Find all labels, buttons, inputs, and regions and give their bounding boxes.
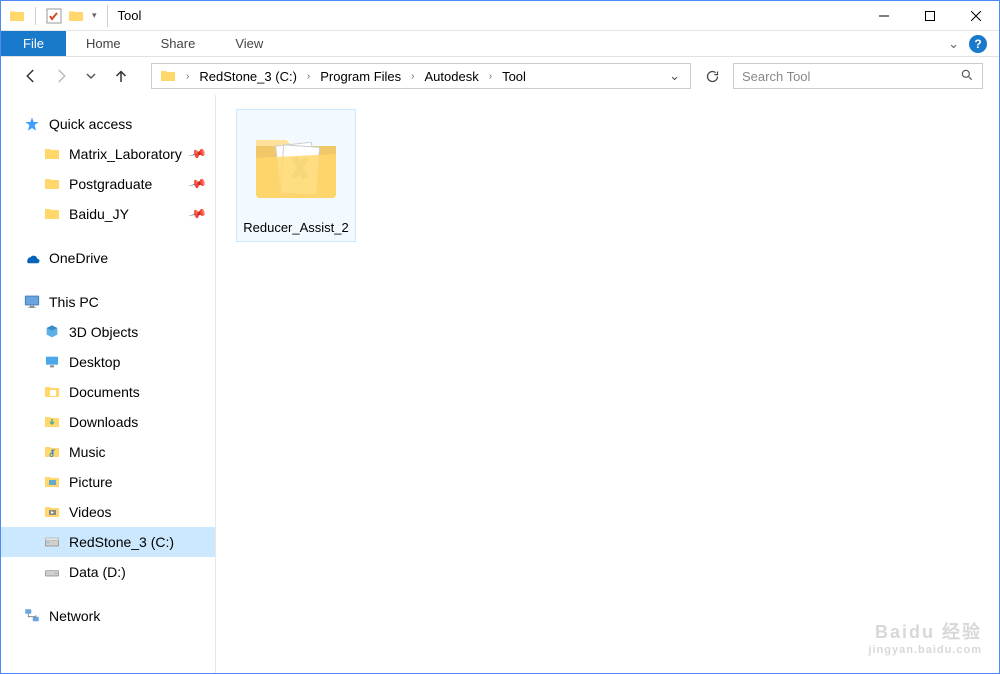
nav-network[interactable]: Network	[1, 601, 215, 631]
nav-label: Videos	[69, 504, 215, 520]
address-bar-row: › RedStone_3 (C:) › Program Files › Auto…	[1, 57, 999, 95]
breadcrumb-segment[interactable]: Tool	[496, 64, 532, 88]
nav-label: Postgraduate	[69, 176, 182, 192]
drive-icon	[43, 563, 61, 581]
folder-item[interactable]: Reducer_Assist_2	[236, 109, 356, 242]
refresh-button[interactable]	[697, 63, 727, 89]
nav-this-pc[interactable]: This PC	[1, 287, 215, 317]
folder-icon	[43, 145, 61, 163]
nav-documents[interactable]: Documents	[1, 377, 215, 407]
nav-label: Data (D:)	[69, 564, 215, 580]
nav-3d-objects[interactable]: 3D Objects	[1, 317, 215, 347]
drive-icon	[43, 533, 61, 551]
tab-view[interactable]: View	[215, 31, 283, 56]
up-button[interactable]	[107, 62, 135, 90]
folder-icon	[9, 8, 25, 24]
nav-label: Desktop	[69, 354, 215, 370]
nav-label: Baidu_JY	[69, 206, 182, 222]
pin-icon: 📌	[188, 144, 208, 164]
pin-icon: 📌	[188, 204, 208, 224]
star-icon	[23, 115, 41, 133]
nav-label: Downloads	[69, 414, 215, 430]
tab-share[interactable]: Share	[141, 31, 216, 56]
computer-icon	[23, 293, 41, 311]
quick-access-toolbar: ▾	[1, 7, 97, 25]
music-icon	[43, 443, 61, 461]
chevron-right-icon[interactable]: ›	[407, 64, 418, 88]
nav-quick-access-item[interactable]: Postgraduate 📌	[1, 169, 215, 199]
nav-label: Network	[49, 608, 215, 624]
tab-home[interactable]: Home	[66, 31, 141, 56]
nav-quick-access-item[interactable]: Matrix_Laboratory 📌	[1, 139, 215, 169]
pin-icon: 📌	[188, 174, 208, 194]
nav-quick-access-item[interactable]: Baidu_JY 📌	[1, 199, 215, 229]
nav-label: OneDrive	[49, 250, 215, 266]
chevron-right-icon[interactable]: ›	[485, 64, 496, 88]
nav-label: Music	[69, 444, 215, 460]
properties-checkbox-icon[interactable]	[46, 8, 62, 24]
nav-label: This PC	[49, 294, 215, 310]
help-icon[interactable]: ?	[969, 35, 987, 53]
breadcrumb-segment[interactable]: Autodesk	[419, 64, 485, 88]
nav-music[interactable]: Music	[1, 437, 215, 467]
nav-label: RedStone_3 (C:)	[69, 534, 215, 550]
downloads-icon	[43, 413, 61, 431]
chevron-right-icon[interactable]: ›	[303, 64, 314, 88]
window-controls	[861, 1, 999, 31]
separator	[107, 5, 108, 27]
chevron-right-icon[interactable]: ›	[182, 64, 193, 88]
title-bar: ▾ Tool	[1, 1, 999, 31]
ribbon-expand-icon[interactable]: ⌄	[948, 36, 959, 52]
search-box[interactable]	[733, 63, 983, 89]
nav-videos[interactable]: Videos	[1, 497, 215, 527]
folder-thumbnail-icon	[246, 116, 346, 216]
breadcrumb-segment[interactable]: Program Files	[314, 64, 407, 88]
breadcrumb[interactable]: › RedStone_3 (C:) › Program Files › Auto…	[151, 63, 691, 89]
maximize-button[interactable]	[907, 1, 953, 31]
nav-label: Picture	[69, 474, 215, 490]
nav-drive-d[interactable]: Data (D:)	[1, 557, 215, 587]
minimize-button[interactable]	[861, 1, 907, 31]
nav-quick-access[interactable]: Quick access	[1, 109, 215, 139]
nav-desktop[interactable]: Desktop	[1, 347, 215, 377]
folder-icon	[43, 205, 61, 223]
search-icon[interactable]	[960, 68, 974, 85]
nav-drive-c[interactable]: RedStone_3 (C:)	[1, 527, 215, 557]
nav-pictures[interactable]: Picture	[1, 467, 215, 497]
nav-label: 3D Objects	[69, 324, 215, 340]
forward-button[interactable]	[47, 62, 75, 90]
pictures-icon	[43, 473, 61, 491]
nav-label: Documents	[69, 384, 215, 400]
navigation-pane: Quick access Matrix_Laboratory 📌 Postgra…	[1, 95, 216, 673]
ribbon: File Home Share View ⌄ ?	[1, 31, 999, 57]
breadcrumb-segment[interactable]: RedStone_3 (C:)	[193, 64, 303, 88]
3d-objects-icon	[43, 323, 61, 341]
desktop-icon	[43, 353, 61, 371]
nav-label: Quick access	[49, 116, 215, 132]
file-label: Reducer_Assist_2	[243, 220, 349, 235]
folder-icon	[158, 68, 178, 84]
videos-icon	[43, 503, 61, 521]
recent-locations-button[interactable]	[77, 62, 105, 90]
back-button[interactable]	[17, 62, 45, 90]
nav-onedrive[interactable]: OneDrive	[1, 243, 215, 273]
network-icon	[23, 607, 41, 625]
file-tab[interactable]: File	[1, 31, 66, 56]
search-input[interactable]	[742, 69, 960, 84]
file-list[interactable]: Reducer_Assist_2	[216, 95, 999, 673]
nav-label: Matrix_Laboratory	[69, 146, 182, 162]
close-button[interactable]	[953, 1, 999, 31]
folder-icon	[43, 175, 61, 193]
documents-icon	[43, 383, 61, 401]
onedrive-icon	[23, 249, 41, 267]
address-dropdown-icon[interactable]: ⌄	[661, 64, 688, 88]
qat-customize-icon[interactable]: ▾	[92, 10, 97, 21]
content-area: Quick access Matrix_Laboratory 📌 Postgra…	[1, 95, 999, 673]
nav-downloads[interactable]: Downloads	[1, 407, 215, 437]
separator	[35, 7, 36, 25]
window-title: Tool	[118, 8, 142, 23]
folder-icon	[68, 8, 84, 24]
